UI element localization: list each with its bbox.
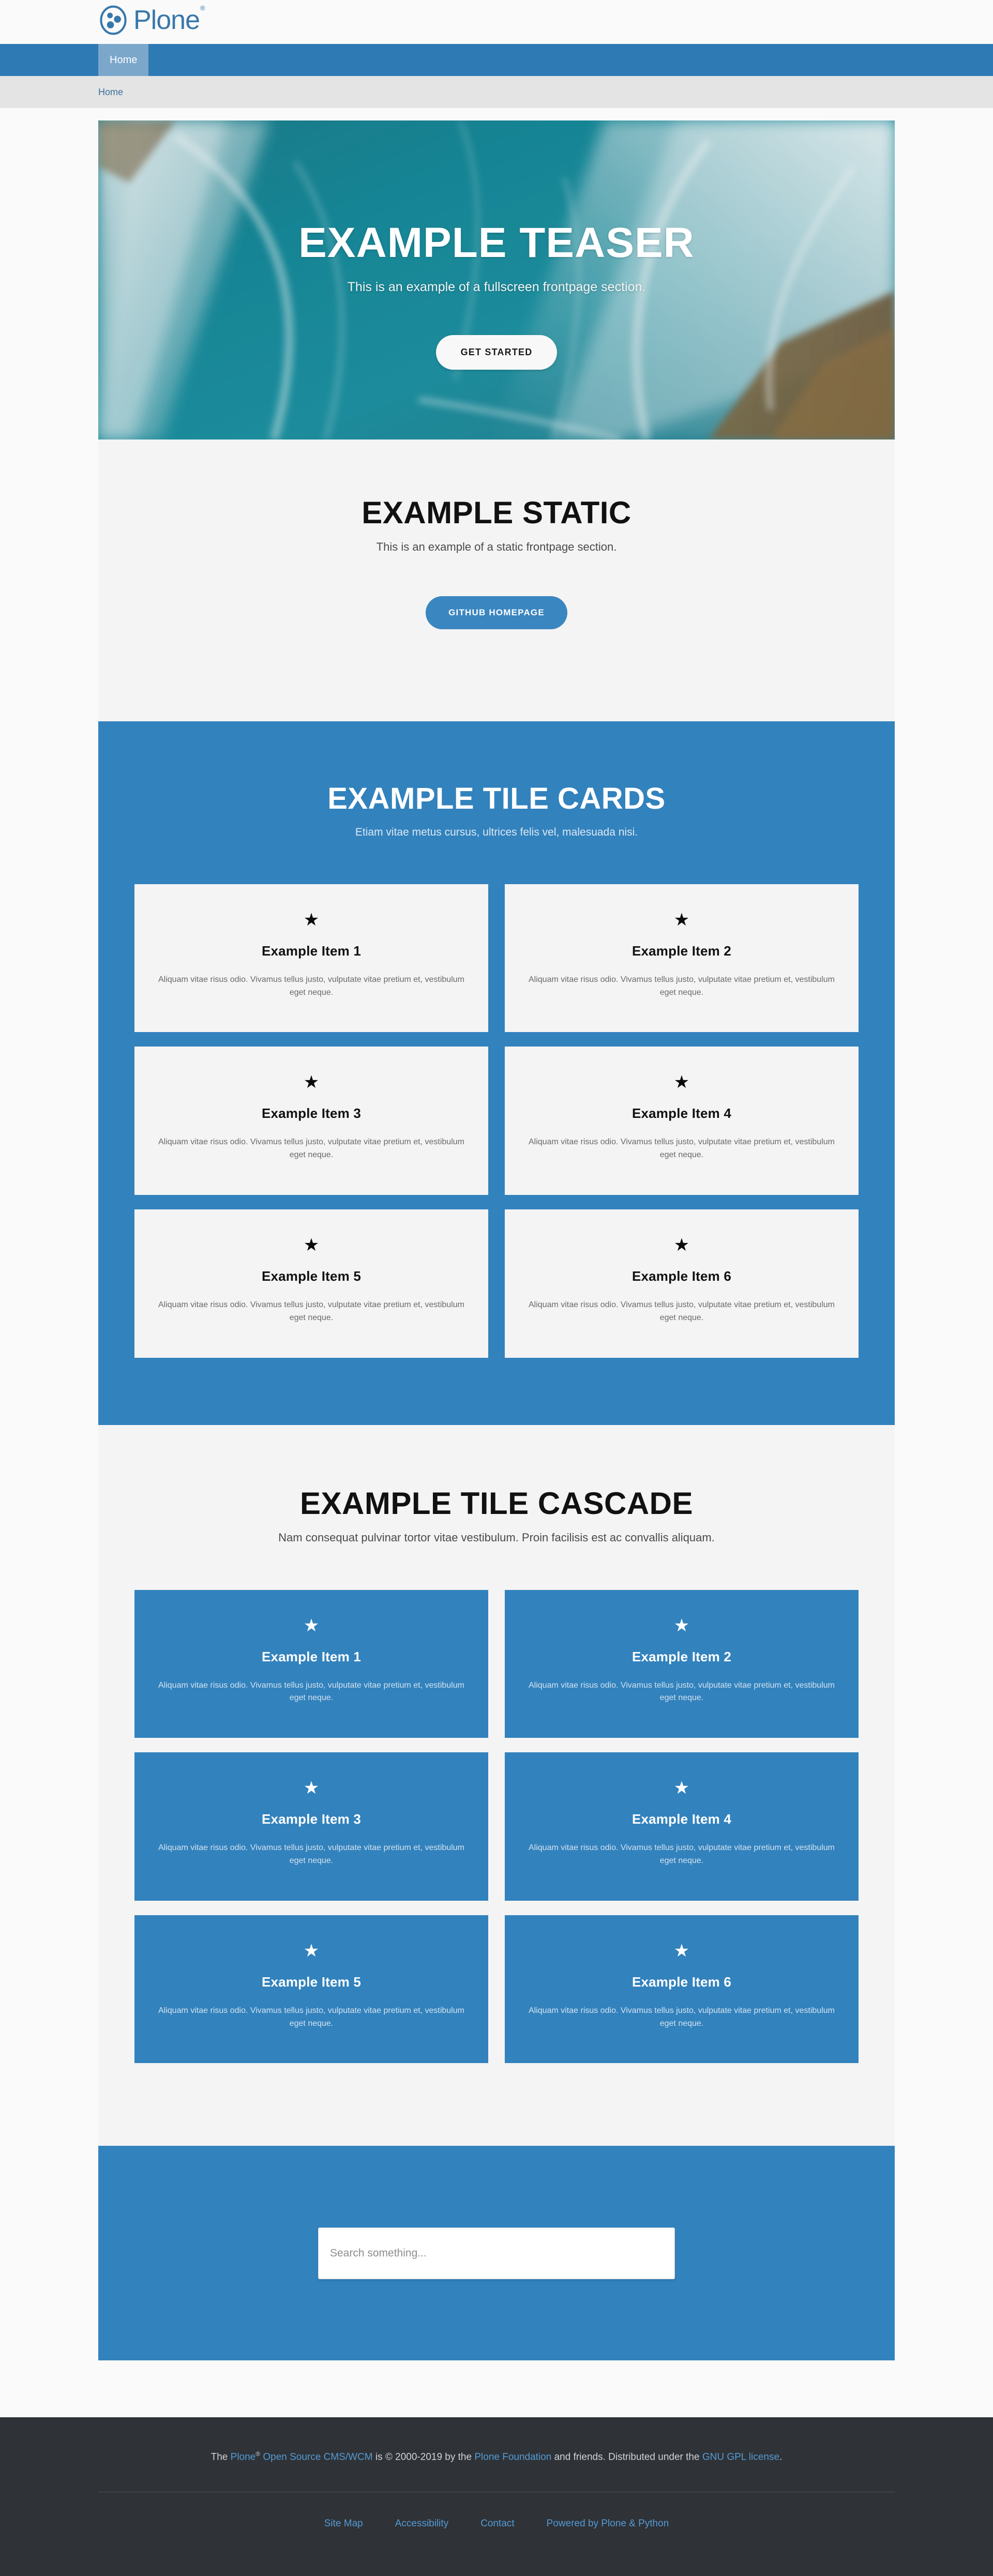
star-icon: ★ bbox=[303, 1615, 320, 1635]
cascade-tile-description: Aliquam vitae risus odio. Vivamus tellus… bbox=[158, 1843, 464, 1866]
cascade-tile-title: Example Item 3 bbox=[261, 1811, 362, 1827]
plone-registered-mark: ® bbox=[255, 2450, 261, 2458]
main-navigation: Home bbox=[0, 44, 993, 76]
cascade-tile-description: Aliquam vitae risus odio. Vivamus tellus… bbox=[529, 1680, 835, 1703]
star-icon: ★ bbox=[673, 1778, 690, 1798]
tile-card[interactable]: ★ Example Item 2 Aliquam vitae risus odi… bbox=[505, 884, 859, 1033]
tile-card-description: Aliquam vitae risus odio. Vivamus tellus… bbox=[158, 1138, 464, 1160]
star-icon: ★ bbox=[673, 1235, 690, 1255]
footer-link-powered-by[interactable]: Powered by Plone & Python bbox=[547, 2518, 669, 2529]
logo-wordmark: Plone bbox=[133, 5, 200, 35]
tile-card[interactable]: ★ Example Item 4 Aliquam vitae risus odi… bbox=[505, 1047, 859, 1195]
star-icon: ★ bbox=[303, 1072, 320, 1093]
plone-foundation-link[interactable]: Plone Foundation bbox=[474, 2452, 551, 2463]
footer-inner: The Plone® Open Source CMS/WCM is © 2000… bbox=[98, 2449, 895, 2529]
cascade-tile-description: Aliquam vitae risus odio. Vivamus tellus… bbox=[529, 2006, 835, 2028]
github-homepage-button[interactable]: GITHUB HOMEPAGE bbox=[426, 596, 567, 629]
cascade-tile-description: Aliquam vitae risus odio. Vivamus tellus… bbox=[158, 1680, 464, 1703]
footer-colophon: The Plone® Open Source CMS/WCM is © 2000… bbox=[98, 2449, 895, 2465]
star-icon: ★ bbox=[303, 1235, 320, 1255]
plone-logo-icon bbox=[98, 5, 128, 35]
static-section: EXAMPLE STATIC This is an example of a s… bbox=[98, 440, 895, 721]
tile-cards-title: EXAMPLE TILE CARDS bbox=[327, 782, 666, 815]
hero-teaser-section: EXAMPLE TEASER This is an example of a f… bbox=[98, 120, 895, 440]
breadcrumb-item-home[interactable]: Home bbox=[98, 87, 123, 98]
star-icon: ★ bbox=[303, 1941, 320, 1961]
cascade-tile[interactable]: ★ Example Item 1 Aliquam vitae risus odi… bbox=[134, 1589, 488, 1738]
colophon-part1: The bbox=[210, 2451, 231, 2463]
tile-cascade-subtitle: Nam consequat pulvinar tortor vitae vest… bbox=[278, 1531, 715, 1544]
tile-card-description: Aliquam vitae risus odio. Vivamus tellus… bbox=[529, 975, 835, 997]
colophon-part3: and friends. Distributed under the bbox=[551, 2451, 702, 2463]
page-canvas: EXAMPLE TEASER This is an example of a f… bbox=[0, 108, 993, 2418]
cascade-tile[interactable]: ★ Example Item 4 Aliquam vitae risus odi… bbox=[505, 1752, 859, 1901]
tile-cards-subtitle: Etiam vitae metus cursus, ultrices felis… bbox=[355, 826, 638, 838]
tile-card[interactable]: ★ Example Item 6 Aliquam vitae risus odi… bbox=[505, 1209, 859, 1358]
tile-card-description: Aliquam vitae risus odio. Vivamus tellus… bbox=[158, 975, 464, 997]
tile-card-title: Example Item 3 bbox=[261, 1105, 362, 1122]
tile-card-title: Example Item 2 bbox=[631, 943, 732, 959]
hero-subtitle: This is an example of a fullscreen front… bbox=[347, 279, 646, 294]
tile-card-description: Aliquam vitae risus odio. Vivamus tellus… bbox=[529, 1300, 835, 1322]
cascade-tile[interactable]: ★ Example Item 2 Aliquam vitae risus odi… bbox=[505, 1589, 859, 1738]
hero-content: EXAMPLE TEASER This is an example of a f… bbox=[98, 191, 895, 370]
footer-link-site-map[interactable]: Site Map bbox=[324, 2518, 363, 2529]
site-footer: The Plone® Open Source CMS/WCM is © 2000… bbox=[0, 2417, 993, 2576]
star-icon: ★ bbox=[673, 1072, 690, 1093]
tile-card-description: Aliquam vitae risus odio. Vivamus tellus… bbox=[158, 1300, 464, 1322]
star-icon: ★ bbox=[673, 1615, 690, 1635]
static-section-title: EXAMPLE STATIC bbox=[362, 495, 631, 530]
bottom-spacer bbox=[0, 2360, 993, 2418]
star-icon: ★ bbox=[673, 910, 690, 930]
logo-registered-mark: ® bbox=[200, 4, 205, 12]
open-source-cms-link[interactable]: Open Source CMS/WCM bbox=[260, 2452, 372, 2463]
star-icon: ★ bbox=[303, 1778, 320, 1798]
tile-cascade-section: EXAMPLE TILE CASCADE Nam consequat pulvi… bbox=[98, 1425, 895, 2146]
search-input[interactable] bbox=[318, 2227, 675, 2279]
tile-card[interactable]: ★ Example Item 1 Aliquam vitae risus odi… bbox=[134, 884, 488, 1033]
hero-title: EXAMPLE TEASER bbox=[298, 219, 695, 266]
cascade-tile[interactable]: ★ Example Item 3 Aliquam vitae risus odi… bbox=[134, 1752, 488, 1901]
tile-card-title: Example Item 5 bbox=[261, 1268, 362, 1284]
colophon-part4: . bbox=[779, 2451, 783, 2463]
cascade-tile-title: Example Item 4 bbox=[631, 1811, 732, 1827]
colophon-part2: is © 2000-2019 by the bbox=[372, 2451, 475, 2463]
tile-cards-grid: ★ Example Item 1 Aliquam vitae risus odi… bbox=[134, 884, 859, 1358]
tile-card[interactable]: ★ Example Item 3 Aliquam vitae risus odi… bbox=[134, 1047, 488, 1195]
plone-link[interactable]: Plone bbox=[231, 2452, 256, 2463]
footer-links: Site Map Accessibility Contact Powered b… bbox=[98, 2518, 895, 2529]
cascade-tile-title: Example Item 2 bbox=[631, 1648, 732, 1664]
star-icon: ★ bbox=[303, 910, 320, 930]
tile-cascade-grid: ★ Example Item 1 Aliquam vitae risus odi… bbox=[134, 1589, 859, 2064]
cascade-tile[interactable]: ★ Example Item 6 Aliquam vitae risus odi… bbox=[505, 1915, 859, 2064]
tile-card[interactable]: ★ Example Item 5 Aliquam vitae risus odi… bbox=[134, 1209, 488, 1358]
get-started-button[interactable]: GET STARTED bbox=[435, 335, 558, 370]
cascade-tile-title: Example Item 6 bbox=[631, 1974, 732, 1990]
gnu-gpl-license-link[interactable]: GNU GPL license bbox=[702, 2452, 779, 2463]
nav-item-home[interactable]: Home bbox=[98, 44, 149, 76]
static-section-subtitle: This is an example of a static frontpage… bbox=[376, 540, 617, 553]
cascade-tile-description: Aliquam vitae risus odio. Vivamus tellus… bbox=[529, 1843, 835, 1866]
tile-card-description: Aliquam vitae risus odio. Vivamus tellus… bbox=[529, 1138, 835, 1160]
cascade-tile-title: Example Item 5 bbox=[261, 1974, 362, 1990]
site-logo-link[interactable]: Plone® bbox=[98, 4, 205, 35]
tile-card-title: Example Item 4 bbox=[631, 1105, 732, 1122]
footer-link-contact[interactable]: Contact bbox=[480, 2518, 514, 2529]
cascade-tile[interactable]: ★ Example Item 5 Aliquam vitae risus odi… bbox=[134, 1915, 488, 2064]
footer-link-accessibility[interactable]: Accessibility bbox=[395, 2518, 448, 2529]
search-section bbox=[98, 2146, 895, 2361]
tile-cascade-title: EXAMPLE TILE CASCADE bbox=[299, 1486, 694, 1521]
breadcrumb: Home bbox=[0, 76, 993, 108]
cascade-tile-description: Aliquam vitae risus odio. Vivamus tellus… bbox=[158, 2006, 464, 2028]
tile-card-title: Example Item 1 bbox=[261, 943, 362, 959]
site-header: Plone® bbox=[0, 0, 993, 44]
nav-item-label: Home bbox=[110, 54, 138, 66]
cascade-tile-title: Example Item 1 bbox=[261, 1648, 362, 1664]
site-logo-text: Plone® bbox=[133, 4, 205, 35]
tile-cards-section: EXAMPLE TILE CARDS Etiam vitae metus cur… bbox=[98, 721, 895, 1425]
tile-card-title: Example Item 6 bbox=[631, 1268, 732, 1284]
star-icon: ★ bbox=[673, 1941, 690, 1961]
